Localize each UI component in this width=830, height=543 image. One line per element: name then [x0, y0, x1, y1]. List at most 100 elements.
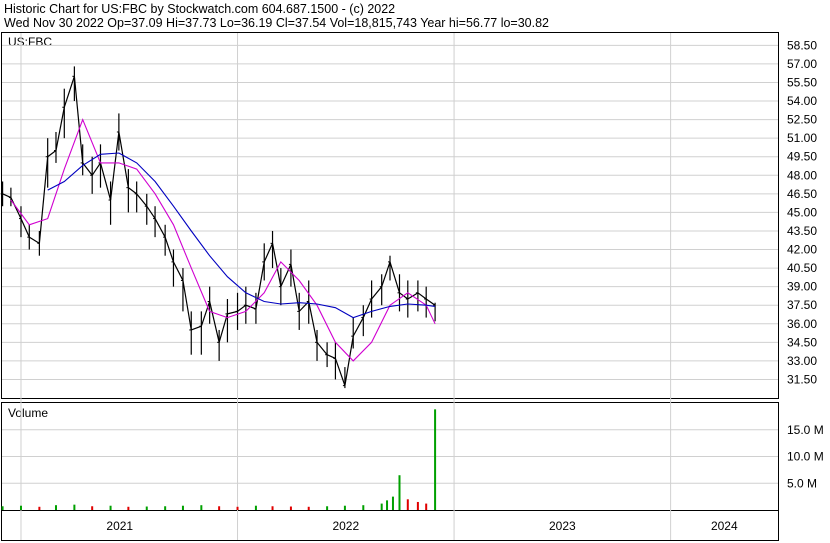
volume-bar: [425, 503, 428, 510]
price-close-segment: [2, 193, 12, 199]
price-bars: [0, 66, 436, 389]
x-axis-labels: 2021 2022 2023 2024: [106, 519, 738, 533]
price-close-segment: [326, 354, 336, 359]
price-close-segment: [10, 197, 22, 219]
price-close-segment: [47, 150, 57, 158]
volume-bar: [398, 475, 401, 510]
volume-bar: [391, 496, 394, 510]
volume-tick-label: 10.0 M: [787, 450, 824, 464]
volume-label: Volume: [8, 406, 48, 420]
volume-bar: [386, 500, 389, 510]
y-tick-labels: 58.50 57.00 55.50 54.00 52.50 51.00 49.50 48.00…: [787, 38, 817, 386]
volume-bar: [416, 501, 419, 510]
price-tick-label: 54.00: [787, 94, 817, 108]
price-close-segment: [237, 304, 247, 312]
price-close-segment: [136, 193, 148, 207]
volume-tick-label: 15.0 M: [787, 423, 824, 437]
x-axis-year-label: 2021: [106, 519, 133, 533]
price-close-segment: [191, 325, 202, 331]
volume-tick-labels: 15.0 M 10.0 M 5.0 M: [787, 423, 824, 491]
price-close-segment: [362, 298, 373, 318]
price-close-segment: [218, 313, 229, 343]
price-close-segment: [20, 218, 30, 238]
volume-bar: [362, 505, 365, 510]
price-tick-label: 43.50: [787, 224, 817, 238]
price-close-segment: [371, 286, 383, 300]
price-tick-label: 58.50: [787, 38, 817, 52]
price-tick-label: 45.00: [787, 205, 817, 219]
price-tick-label: 31.50: [787, 372, 817, 386]
price-close-segment: [154, 218, 166, 238]
price-tick-label: 48.00: [787, 168, 817, 182]
volume-bar: [73, 504, 76, 510]
volume-bar: [380, 503, 383, 510]
price-tick-label: 55.50: [787, 75, 817, 89]
price-close-segment: [417, 292, 427, 300]
price-tick-label: 57.00: [787, 57, 817, 71]
volume-bar: [271, 506, 274, 510]
moving-average-short: [10, 118, 436, 362]
price-close-segment: [128, 187, 138, 195]
price-close-segment: [263, 243, 274, 263]
volume-bar: [343, 505, 346, 510]
price-close-segment: [381, 261, 391, 287]
price-tick-label: 33.00: [787, 354, 817, 368]
price-tick-label: 37.50: [787, 298, 817, 312]
volume-bar: [406, 499, 409, 510]
symbol-label: US:FBC: [8, 35, 52, 49]
price-close-segment: [290, 264, 300, 312]
volume-bar: [326, 506, 329, 510]
volume-bar: [236, 506, 239, 510]
volume-bar: [145, 506, 148, 510]
volume-bar: [289, 506, 292, 510]
price-close-segment: [334, 358, 346, 386]
price-close-segment: [389, 261, 401, 294]
volume-bar: [254, 505, 257, 510]
price-tick-label: 51.00: [787, 131, 817, 145]
price-close-segment: [308, 301, 318, 343]
price-close-segment: [209, 301, 220, 343]
price-panel-frame: [1, 32, 779, 399]
volume-bar: [1, 506, 4, 510]
price-tick-label: 39.00: [787, 280, 817, 294]
grid-lines: [2, 33, 778, 540]
price-tick-label: 42.00: [787, 243, 817, 257]
price-close-segment: [109, 131, 120, 201]
price-tick-label: 40.50: [787, 261, 817, 275]
volume-bar: [54, 505, 57, 510]
price-close-segment: [255, 261, 265, 310]
x-axis-year-label: 2024: [711, 519, 738, 533]
price-close-segment: [425, 298, 436, 306]
price-tick-label: 52.50: [787, 113, 817, 127]
volume-tick-label: 5.0 M: [787, 476, 817, 490]
price-close-segment: [99, 162, 112, 201]
stock-chart: Historic Chart for US:FBC by Stockwatch.…: [0, 0, 830, 543]
price-close-segment: [316, 341, 328, 356]
volume-bar: [200, 505, 203, 510]
price-close-segment: [55, 107, 65, 151]
price-close-segment: [28, 236, 40, 244]
volume-bar: [181, 505, 184, 510]
volume-bar: [91, 506, 94, 510]
header-quote: Wed Nov 30 2022 Op=37.09 Hi=37.73 Lo=36.…: [4, 16, 549, 30]
price-close-segment: [91, 162, 101, 176]
x-axis-year-label: 2023: [549, 519, 576, 533]
price-tick-label: 34.50: [787, 335, 817, 349]
price-close-segment: [172, 261, 184, 281]
chart-canvas: Historic Chart for US:FBC by Stockwatch.…: [0, 2, 824, 541]
price-tick-label: 49.50: [787, 150, 817, 164]
volume-bar: [218, 506, 221, 510]
x-axis-year-label: 2022: [332, 519, 359, 533]
price-close-segment: [38, 156, 49, 244]
volume-bar: [127, 506, 130, 510]
volume-bar: [109, 505, 112, 510]
volume-bar: [38, 506, 41, 510]
volume-bar: [19, 505, 22, 510]
price-close-segment: [352, 317, 364, 337]
volume-bars: [1, 409, 437, 510]
header-title: Historic Chart for US:FBC by Stockwatch.…: [4, 2, 395, 16]
volume-bar: [307, 506, 310, 510]
moving-averages: [10, 118, 436, 362]
price-tick-label: 36.00: [787, 317, 817, 331]
volume-bar: [434, 409, 437, 510]
